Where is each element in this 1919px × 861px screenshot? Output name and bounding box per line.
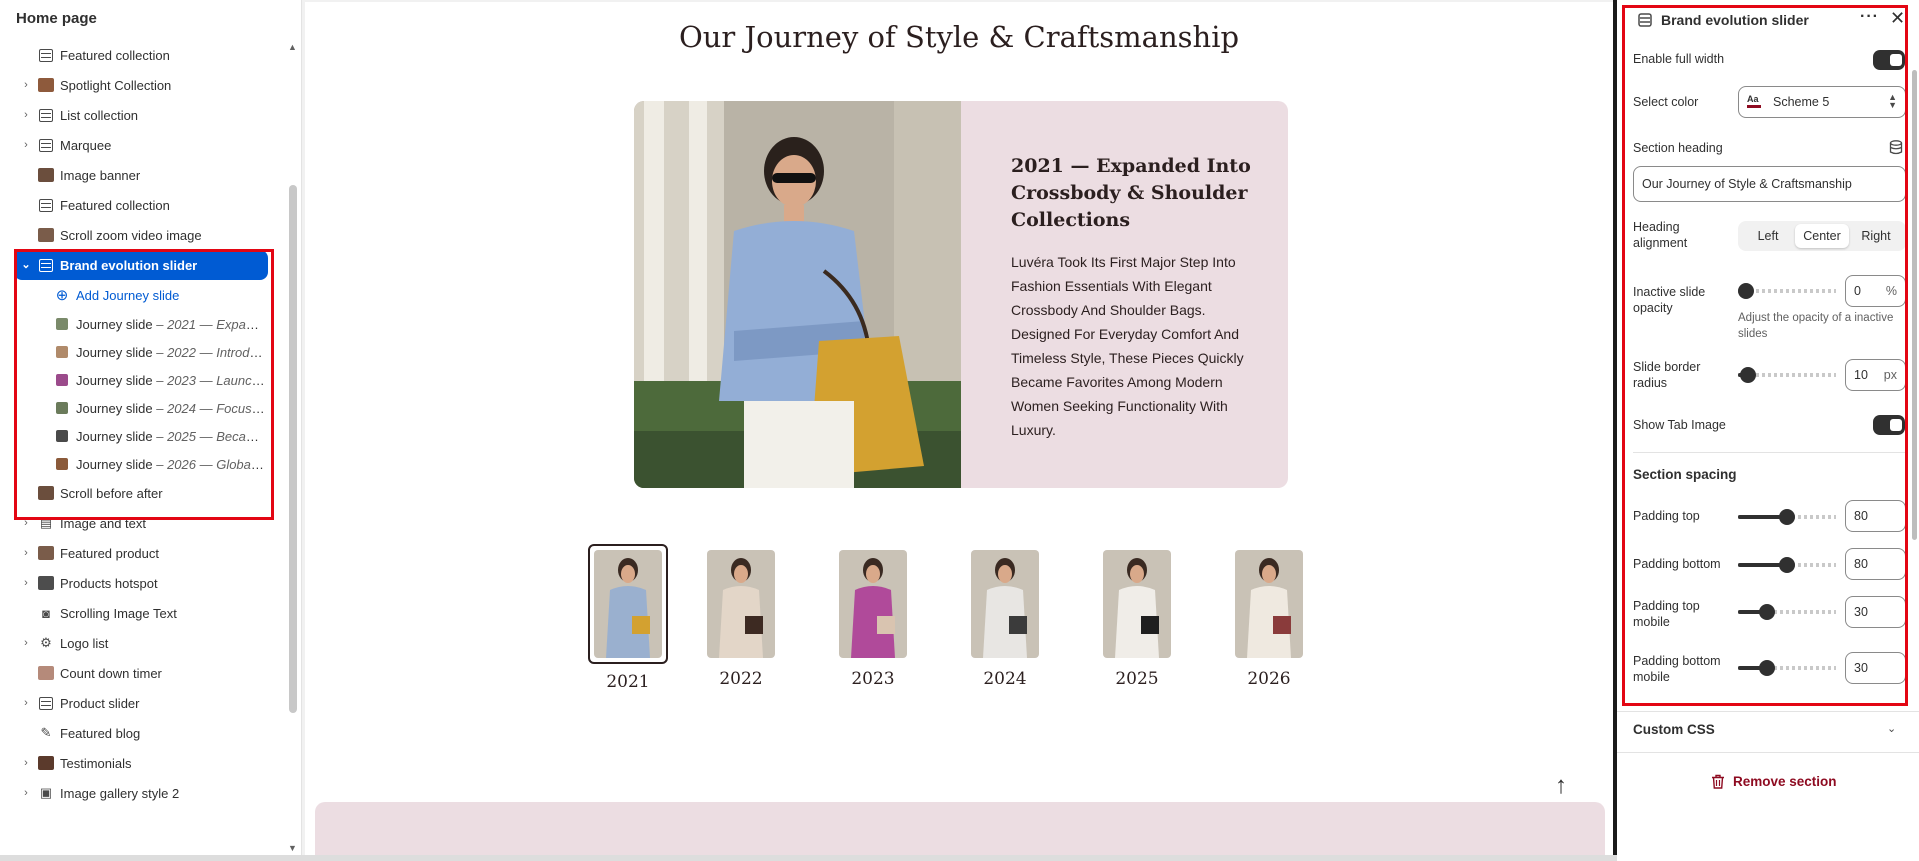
sidebar-item-label: Featured product	[60, 545, 160, 561]
sidebar-item[interactable]: › List collection	[0, 100, 286, 130]
remove-section-label: Remove section	[1733, 774, 1837, 789]
chevron-right-icon[interactable]: ›	[20, 637, 32, 649]
logo-icon: ⚙	[40, 635, 52, 650]
year-label: 2022	[719, 669, 763, 689]
year-tab-image	[594, 550, 662, 658]
year-label: 2026	[1247, 669, 1291, 689]
sidebar-item-label: Featured collection	[60, 47, 170, 63]
divider	[1617, 752, 1919, 753]
preview-horizontal-scrollbar[interactable]	[0, 855, 1885, 861]
chevron-right-icon[interactable]: ›	[20, 757, 32, 769]
year-tab-image	[1103, 550, 1171, 658]
slide-body: Luvéra Took Its First Major Step Into Fa…	[1011, 254, 1244, 438]
section-thumbnail	[38, 78, 54, 92]
sidebar-item[interactable]: › Testimonials	[0, 748, 286, 778]
scroll-up-arrow-icon[interactable]: ▲	[288, 42, 297, 52]
custom-css-toggle[interactable]: Custom CSS	[1633, 722, 1715, 737]
sidebar-item-label: List collection	[60, 107, 139, 123]
sidebar-scrollbar[interactable]	[289, 185, 297, 713]
next-section-preview	[315, 802, 1605, 855]
remove-section-button[interactable]: Remove section	[1711, 774, 1837, 789]
slide-photo	[634, 101, 961, 488]
section-thumbnail	[38, 228, 54, 242]
sidebar-item[interactable]: ◙ Scrolling Image Text	[0, 598, 286, 628]
back-to-top-icon[interactable]: ↑	[1555, 772, 1567, 800]
sidebar-item[interactable]: ✎ Featured blog	[0, 718, 286, 748]
section-thumbnail	[38, 576, 54, 590]
sidebar-item[interactable]: › Spotlight Collection	[0, 70, 286, 100]
sidebar-item-label: Image banner	[60, 167, 141, 183]
sidebar-item[interactable]: Image banner	[0, 160, 286, 190]
year-label: 2023	[851, 669, 895, 689]
year-tab[interactable]: 2022	[701, 550, 781, 689]
sidebar-item[interactable]: Featured collection	[0, 40, 286, 70]
sidebar-item[interactable]: › Marquee	[0, 130, 286, 160]
sidebar-item[interactable]: Featured collection	[0, 190, 286, 220]
year-tab-image	[971, 550, 1039, 658]
sidebar-item-label: Image gallery style 2	[60, 785, 180, 801]
year-tab[interactable]: 2023	[833, 550, 913, 689]
section-icon	[39, 48, 53, 62]
sidebar-item-label: Marquee	[60, 137, 112, 153]
sidebar-item[interactable]: › Featured product	[0, 538, 286, 568]
section-icon	[39, 198, 53, 212]
chevron-right-icon[interactable]: ›	[20, 697, 32, 709]
scroll-down-arrow-icon[interactable]: ▼	[288, 843, 297, 853]
sidebar-item-label: Spotlight Collection	[60, 77, 172, 93]
chevron-right-icon[interactable]: ›	[20, 109, 32, 121]
sidebar-item[interactable]: › ▣ Image gallery style 2	[0, 778, 286, 808]
section-thumbnail	[38, 168, 54, 182]
section-thumbnail	[38, 666, 54, 680]
sidebar-item-label: Product slider	[60, 695, 140, 711]
section-icon	[39, 696, 53, 710]
active-tab-frame	[588, 544, 668, 664]
sidebar-item[interactable]: Scroll zoom video image	[0, 220, 286, 250]
year-tab[interactable]: 2021	[588, 544, 668, 692]
section-heading: Our Journey of Style & Craftsmanship	[678, 20, 1240, 54]
sidebar-item-label: Scroll zoom video image	[60, 227, 202, 243]
sidebar-item-label: Logo list	[60, 635, 109, 651]
sidebar-item[interactable]: Count down timer	[0, 658, 286, 688]
sidebar-item[interactable]: › Product slider	[0, 688, 286, 718]
sidebar-item[interactable]: › ⚙ Logo list	[0, 628, 286, 658]
bag-icon: ◙	[42, 605, 50, 621]
year-tab[interactable]: 2026	[1229, 550, 1309, 689]
chevron-right-icon[interactable]: ›	[20, 139, 32, 151]
page-title: Home page	[16, 10, 97, 27]
sidebar-item[interactable]: › Products hotspot	[0, 568, 286, 598]
settings-highlight-box	[1622, 5, 1908, 706]
chevron-down-icon[interactable]: ⌄	[1887, 722, 1896, 735]
year-tab-image	[707, 550, 775, 658]
year-label: 2025	[1115, 669, 1159, 689]
year-label: 2021	[606, 672, 650, 692]
section-icon	[39, 108, 53, 122]
section-thumbnail	[38, 546, 54, 560]
chevron-right-icon[interactable]: ›	[20, 547, 32, 559]
section-thumbnail	[38, 756, 54, 770]
year-tab[interactable]: 2025	[1097, 550, 1177, 689]
divider	[1617, 711, 1919, 712]
year-tab[interactable]: 2024	[965, 550, 1045, 689]
year-tab-image	[839, 550, 907, 658]
year-label: 2024	[983, 669, 1027, 689]
sidebar-item-label: Scrolling Image Text	[60, 605, 177, 621]
selection-highlight-box	[14, 249, 274, 520]
sidebar-item-label: Products hotspot	[60, 575, 158, 591]
sidebar-item-label: Count down timer	[60, 665, 162, 681]
section-icon	[39, 138, 53, 152]
journey-slide-card: 2021 — Expanded Into Crossbody & Shoulde…	[634, 101, 1288, 488]
chevron-right-icon[interactable]: ›	[20, 577, 32, 589]
trash-icon	[1712, 774, 1724, 789]
slide-title: 2021 — Expanded Into Crossbody & Shoulde…	[1011, 155, 1251, 231]
year-tab-image	[1235, 550, 1303, 658]
sidebar-item-label: Featured collection	[60, 197, 170, 213]
settings-scrollbar[interactable]	[1912, 70, 1917, 540]
gallery-icon: ▣	[39, 785, 53, 800]
sidebar-item-label: Featured blog	[60, 725, 141, 741]
blog-icon: ✎	[40, 725, 52, 740]
chevron-right-icon[interactable]: ›	[20, 787, 32, 799]
sidebar-item-label: Testimonials	[60, 755, 132, 771]
chevron-right-icon[interactable]: ›	[20, 79, 32, 91]
theme-preview: Our Journey of Style & Craftsmanship 202…	[305, 2, 1613, 855]
